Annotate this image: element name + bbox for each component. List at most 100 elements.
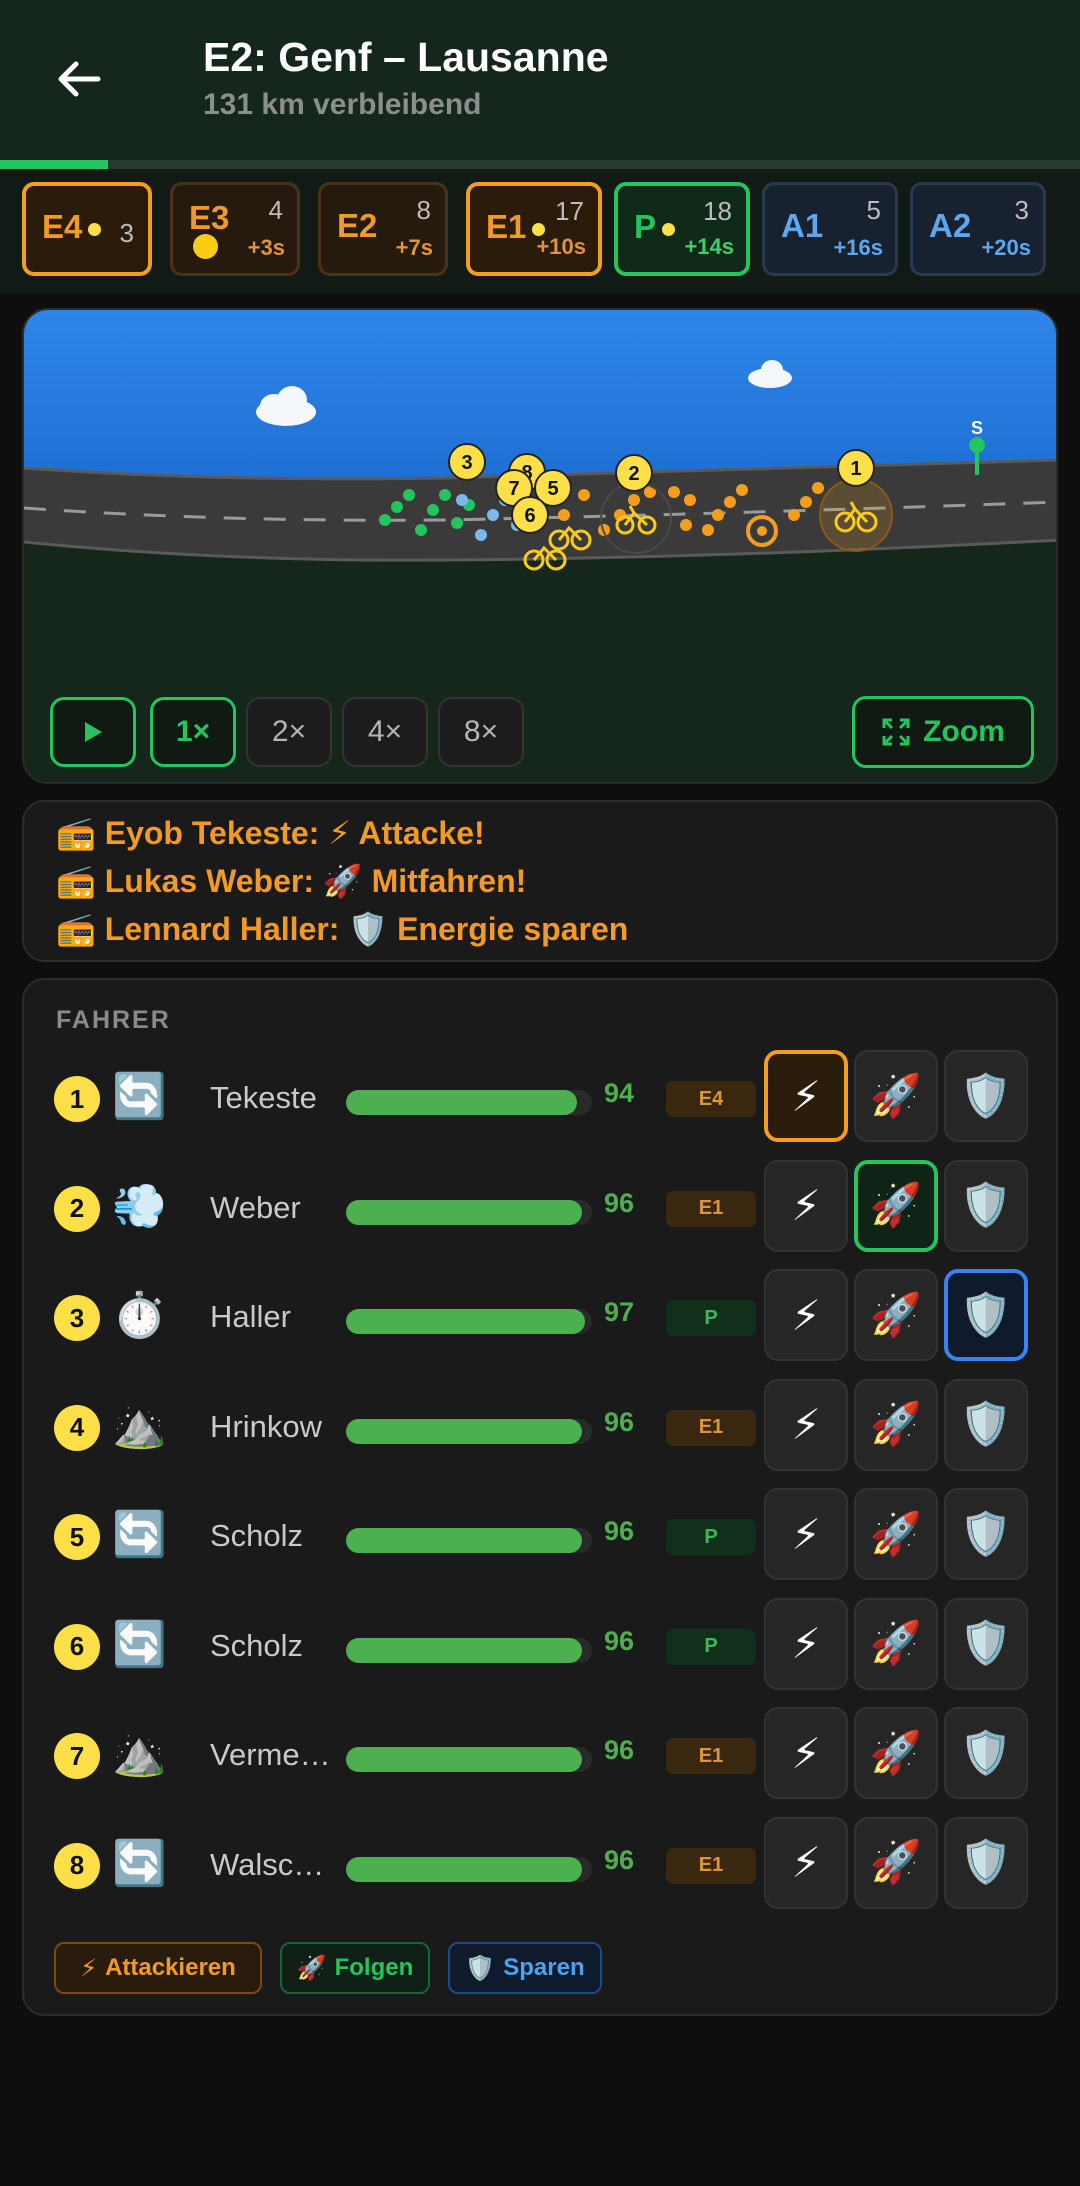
attack-button[interactable]: ⚡ (764, 1707, 848, 1799)
rider-row: 5 🔄 Scholz 96 P ⚡ 🚀 🛡️ (24, 1488, 1060, 1588)
svg-text:5: 5 (547, 478, 558, 500)
group-chip-label: P (634, 208, 657, 245)
group-chip-e4[interactable]: E4 3 (22, 182, 152, 276)
speed-1x-button[interactable]: 1× (150, 697, 236, 767)
attack-button[interactable]: ⚡ (764, 1488, 848, 1580)
zoom-button[interactable]: Zoom (852, 696, 1034, 768)
group-chip-count: 4 (268, 195, 283, 225)
rocket-icon: 🚀 (869, 1509, 923, 1557)
shield-icon: 🛡️ (465, 1954, 496, 1982)
svg-text:3: 3 (461, 452, 472, 474)
expand-icon (882, 718, 910, 746)
energy-bar (346, 1418, 592, 1444)
feed-message: 📻 Lukas Weber: 🚀 Mitfahren! (56, 863, 527, 899)
group-chip-gap: +14s (684, 234, 734, 259)
rider-number: 6 (54, 1623, 100, 1670)
energy-value: 96 (604, 1735, 635, 1765)
mountain-icon: ⛰️ (112, 1729, 167, 1778)
follow-button[interactable]: 🚀 (854, 1488, 938, 1580)
save-button[interactable]: 🛡️ (944, 1816, 1028, 1909)
group-chip-e2[interactable]: E2 8 +7s (318, 182, 448, 276)
rocket-icon: 🚀 (869, 1728, 923, 1776)
shield-icon: 🛡️ (959, 1509, 1013, 1557)
group-badge: E1 (666, 1738, 756, 1774)
group-chip-count: 5 (866, 195, 881, 225)
energy-bar-fill (346, 1528, 583, 1553)
attack-button[interactable]: ⚡ (764, 1597, 848, 1690)
rider-badge: 2 (615, 454, 653, 492)
group-badge: E1 (666, 1847, 756, 1884)
save-button[interactable]: 🛡️ (944, 1488, 1028, 1580)
speed-8x-button[interactable]: 8× (438, 697, 524, 767)
follow-button[interactable]: 🚀 (854, 1816, 938, 1909)
group-chip-bar: E4 3 E3 4 +3s E2 8 +7s E1 17 +10s P 18 +… (0, 169, 1080, 293)
rider-dot-icon (193, 234, 218, 259)
mountain-icon: ⛰️ (112, 1400, 167, 1450)
rider-badge: 6 (511, 496, 549, 534)
rider-name: Weber (210, 1189, 301, 1225)
lightning-icon: ⚡ (791, 1072, 821, 1120)
rider-number: 8 (54, 1842, 100, 1889)
rider-name: Walsch… (210, 1846, 340, 1882)
group-chip-count: 18 (703, 196, 732, 226)
group-chip-a2[interactable]: A2 3 +20s (910, 182, 1046, 276)
group-chip-e1[interactable]: E1 17 +10s (466, 182, 602, 276)
save-button[interactable]: 🛡️ (944, 1269, 1028, 1361)
rider-row: 6 🔄 Scholz 96 P ⚡ 🚀 🛡️ (24, 1597, 1060, 1698)
rider-row: 1 🔄 Tekeste 94 E4 ⚡ 🚀 🛡️ (24, 1050, 1060, 1150)
follow-button[interactable]: 🚀 (854, 1597, 938, 1690)
follow-button[interactable]: 🚀 (854, 1707, 938, 1799)
group-chip-label: E2 (337, 207, 378, 244)
save-button[interactable]: 🛡️ (944, 1597, 1028, 1690)
save-button[interactable]: 🛡️ (944, 1707, 1028, 1799)
leader-dot-icon (662, 222, 676, 236)
group-chip-gap: +3s (247, 235, 285, 260)
shield-icon: 🛡️ (959, 1181, 1013, 1228)
cycle-icon: 🔄 (112, 1619, 167, 1669)
energy-bar-fill (346, 1747, 583, 1772)
wind-icon: 💨 (112, 1181, 167, 1231)
follow-button[interactable]: 🚀 (854, 1159, 938, 1252)
rider-row: 3 ⏱️ Haller 97 P ⚡ 🚀 🛡️ (24, 1269, 1060, 1369)
stage-title: E2: Genf – Lausanne (203, 34, 609, 80)
legend-follow: 🚀 Folgen (280, 1942, 430, 1994)
speed-2x-button[interactable]: 2× (246, 697, 332, 767)
attack-button[interactable]: ⚡ (764, 1816, 848, 1909)
arrow-left-icon (58, 61, 101, 97)
follow-button[interactable]: 🚀 (854, 1269, 938, 1361)
radio-icon: 📻 (56, 863, 96, 899)
save-button[interactable]: 🛡️ (944, 1378, 1028, 1471)
stage-progress-bar (0, 160, 1080, 169)
energy-bar-fill (346, 1856, 583, 1882)
lightning-icon: ⚡ (791, 1182, 821, 1229)
attack-button[interactable]: ⚡ (764, 1050, 848, 1142)
rider-name: Scholz (210, 1518, 304, 1553)
play-button[interactable] (50, 697, 136, 767)
race-view[interactable]: S 3 8 7 5 6 2 1 1× 2× 4× 8× Zoom (22, 308, 1058, 784)
attack-button[interactable]: ⚡ (764, 1269, 848, 1361)
follow-button[interactable]: 🚀 (854, 1378, 938, 1471)
shield-icon: 🛡️ (959, 1071, 1013, 1119)
rocket-icon: 🚀 (869, 1619, 923, 1666)
energy-bar-fill (346, 1309, 585, 1334)
attack-button[interactable]: ⚡ (764, 1159, 848, 1252)
group-chip-a1[interactable]: A1 5 +16s (762, 182, 898, 276)
energy-bar (346, 1637, 592, 1663)
shield-icon: 🛡️ (959, 1728, 1013, 1776)
group-chip-e3[interactable]: E3 4 +3s (170, 182, 300, 276)
save-button[interactable]: 🛡️ (944, 1050, 1028, 1142)
top-app-bar: E2: Genf – Lausanne 131 km verbleibend (0, 0, 1080, 160)
riders-section-title: FAHRER (56, 1006, 171, 1034)
svg-text:7: 7 (508, 478, 519, 500)
lightning-icon: ⚡ (791, 1291, 821, 1339)
back-button[interactable] (40, 40, 118, 118)
energy-bar (346, 1309, 592, 1334)
save-button[interactable]: 🛡️ (944, 1159, 1028, 1252)
follow-button[interactable]: 🚀 (854, 1050, 938, 1142)
rider-number: 1 (54, 1076, 100, 1122)
attack-button[interactable]: ⚡ (764, 1378, 848, 1471)
group-badge: E1 (666, 1190, 756, 1227)
group-chip-peloton[interactable]: P 18 +14s (614, 182, 750, 276)
speed-4x-button[interactable]: 4× (342, 697, 428, 767)
lightning-icon: ⚡ (80, 1954, 98, 1982)
